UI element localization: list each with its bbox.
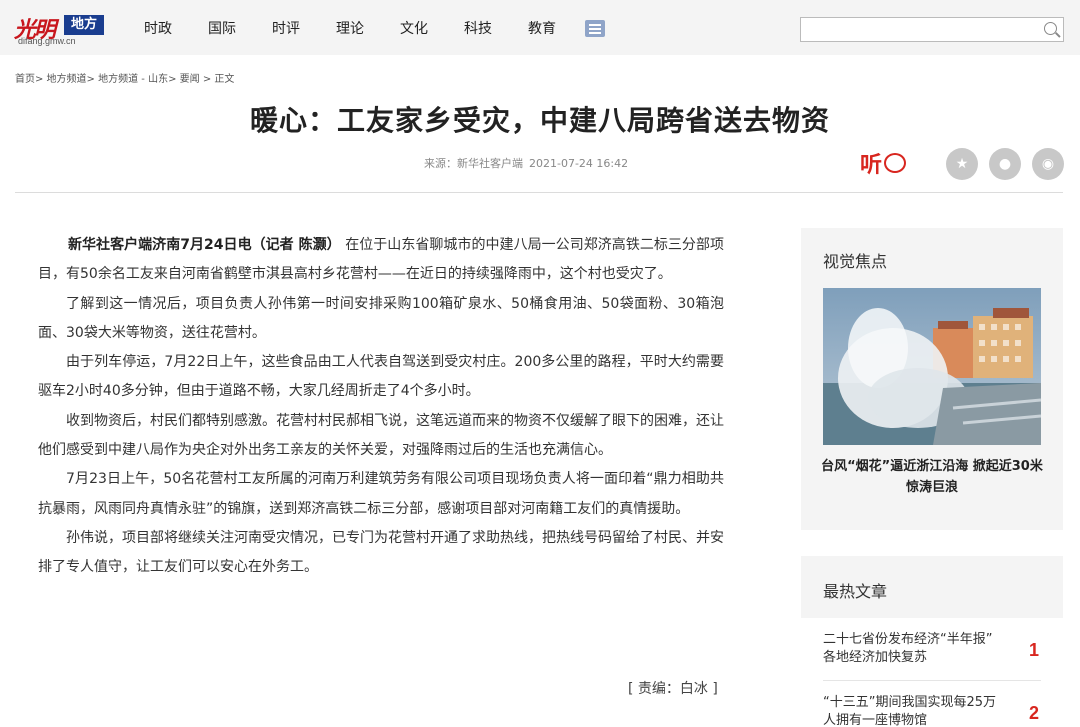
- hot-article-rank: 2: [1029, 703, 1040, 723]
- nav-item-education[interactable]: 教育: [528, 18, 556, 38]
- hot-article-divider: [823, 680, 1041, 681]
- site-logo[interactable]: 光明 地方 difang.gmw.cn: [14, 12, 106, 46]
- nav-item-commentary[interactable]: 时评: [272, 18, 300, 38]
- nav-item-international[interactable]: 国际: [208, 18, 236, 38]
- article-paragraph: 了解到这一情况后，项目负责人孙伟第一时间安排采购100箱矿泉水、50桶食用油、5…: [38, 295, 724, 341]
- hot-articles-heading: 最热文章: [823, 582, 888, 601]
- listen-label: 听: [860, 153, 883, 178]
- article-paragraph: 7月23日上午，50名花营村工友所属的河南万利建筑劳务有限公司项目现场负责人将一…: [38, 471, 724, 517]
- hot-articles-panel: 最热文章 二十七省份发布经济“半年报” 各地经济加快复苏 1 “十三五”期间我国…: [801, 556, 1063, 727]
- hot-article-rank: 1: [1029, 640, 1040, 660]
- article-paragraph: 收到物资后，村民们都特别感激。花营村村民郝相飞说，这笔远道而来的物资不仅缓解了眼…: [38, 412, 724, 459]
- article-paragraph: 孙伟说，项目部将继续关注河南受灾情况，已专门为花营村开通了求助热线，把热线号码留…: [38, 529, 724, 576]
- search-input[interactable]: [805, 20, 1035, 39]
- hot-article-item[interactable]: 二十七省份发布经济“半年报” 各地经济加快复苏 1: [823, 631, 1053, 681]
- article-source: 来源：新华社客户端: [424, 157, 523, 170]
- weibo-share-icon[interactable]: ◉: [1032, 148, 1064, 180]
- article-paragraph: 由于列车停运，7月22日上午，这些食品由工人代表自驾送到受灾村庄。200多公里的…: [38, 354, 724, 400]
- nav-item-culture[interactable]: 文化: [400, 18, 428, 38]
- article-meta: 来源：新华社客户端 2021-07-24 16:42: [424, 155, 628, 171]
- listen-button[interactable]: 听: [860, 147, 908, 179]
- visual-focus-panel: 视觉焦点 台风“烟花”逼近浙江沿海 掀起近30米惊涛巨浪: [801, 228, 1063, 530]
- nav-item-technology[interactable]: 科技: [464, 18, 492, 38]
- menu-icon[interactable]: [585, 20, 605, 37]
- nav-item-theory[interactable]: 理论: [336, 18, 364, 38]
- photo-illustration: [823, 288, 1041, 445]
- logo-domain: difang.gmw.cn: [18, 36, 76, 46]
- hot-article-item[interactable]: “十三五”期间我国实现每25万人拥有一座博物馆 2: [823, 694, 1053, 727]
- nav-item-politics[interactable]: 时政: [144, 18, 172, 38]
- audio-waves-icon: [884, 153, 906, 173]
- header-divider: [15, 192, 1063, 193]
- hot-article-title[interactable]: 二十七省份发布经济“半年报” 各地经济加快复苏: [823, 631, 1003, 667]
- wechat-share-icon[interactable]: ●: [989, 148, 1021, 180]
- logo-badge: 地方: [64, 15, 104, 35]
- main-nav: 时政 国际 时评 理论 文化 科技 教育: [144, 18, 592, 38]
- photo-caption[interactable]: 台风“烟花”逼近浙江沿海 掀起近30米惊涛巨浪: [817, 456, 1047, 498]
- article-lead: 新华社客户端济南7月24日电（记者 陈灏）: [68, 237, 341, 253]
- typhoon-wave-photo[interactable]: [823, 288, 1041, 445]
- top-navigation-bar: 光明 地方 difang.gmw.cn 时政 国际 时评 理论 文化 科技 教育: [0, 0, 1080, 55]
- visual-focus-heading: 视觉焦点: [823, 252, 888, 271]
- search-icon[interactable]: [1044, 22, 1057, 35]
- article-paragraph: 新华社客户端济南7月24日电（记者 陈灏） 在位于山东省聊城市的中建八局一公司郑…: [38, 231, 724, 290]
- article-title: 暖心：工友家乡受灾，中建八局跨省送去物资: [249, 104, 830, 137]
- article-datetime: 2021-07-24 16:42: [529, 157, 629, 170]
- hot-article-title[interactable]: “十三五”期间我国实现每25万人拥有一座博物馆: [823, 694, 1003, 727]
- favorite-star-icon[interactable]: ★: [946, 148, 978, 180]
- search-box: [800, 17, 1064, 42]
- breadcrumb[interactable]: 首页> 地方频道> 地方频道 - 山东> 要闻 > 正文: [15, 70, 234, 85]
- article-editor: [ 责编：白冰 ]: [628, 681, 718, 697]
- article-body: 新华社客户端济南7月24日电（记者 陈灏） 在位于山东省聊城市的中建八局一公司郑…: [38, 231, 724, 583]
